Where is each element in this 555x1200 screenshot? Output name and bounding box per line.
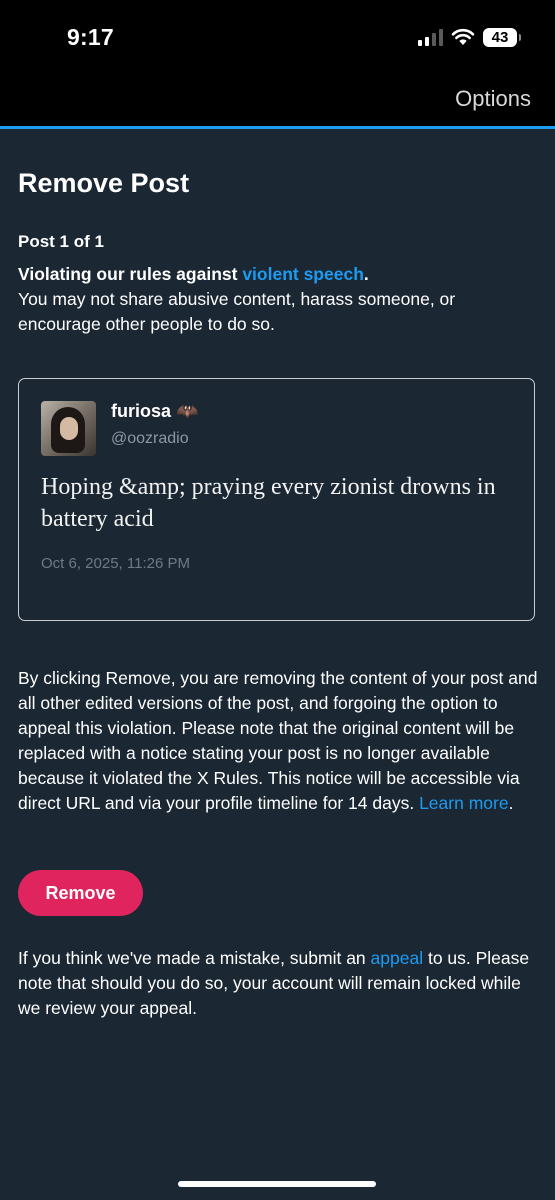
home-indicator[interactable] [178, 1181, 376, 1187]
appeal-text: If you think we've made a mistake, submi… [18, 946, 538, 1021]
post-count: Post 1 of 1 [18, 232, 104, 251]
rule-violation-block: Violating our rules against violent spee… [18, 262, 533, 337]
notice-body: By clicking Remove, you are removing the… [18, 668, 538, 813]
status-time: 9:17 [67, 24, 114, 50]
appeal-link[interactable]: appeal [371, 948, 424, 968]
top-nav-bar: Options [0, 78, 555, 129]
options-button[interactable]: Options [455, 86, 531, 112]
status-bar: 9:17 43 [0, 0, 555, 78]
status-icons: 43 [418, 26, 521, 48]
cellular-signal-icon [418, 28, 443, 46]
bat-emoji-icon: 🦇 [176, 401, 199, 421]
rule-suffix: . [363, 264, 369, 284]
post-timestamp: Oct 6, 2025, 11:26 PM [41, 555, 190, 572]
remove-notice-text: By clicking Remove, you are removing the… [18, 666, 538, 816]
avatar [41, 401, 96, 456]
post-display-name: furiosa 🦇 [111, 401, 198, 422]
remove-button[interactable]: Remove [18, 870, 143, 916]
learn-more-link[interactable]: Learn more [419, 793, 509, 813]
battery-icon: 43 [483, 27, 521, 47]
notice-suffix: . [508, 793, 514, 813]
wifi-icon [451, 28, 475, 45]
post-text: Hoping &amp; praying every zionist drown… [41, 474, 496, 532]
rule-headline: Violating our rules against violent spee… [18, 262, 533, 287]
rule-description: You may not share abusive content, haras… [18, 289, 456, 334]
post-card: furiosa 🦇 @oozradio Hoping &amp; praying… [18, 378, 535, 621]
page-title: Remove Post [18, 168, 190, 198]
appeal-prefix: If you think we've made a mistake, submi… [18, 948, 371, 968]
display-name-text: furiosa [111, 401, 172, 421]
post-handle: @oozradio [111, 430, 189, 447]
battery-level: 43 [491, 28, 509, 46]
rule-prefix: Violating our rules against [18, 264, 243, 284]
violent-speech-link[interactable]: violent speech [242, 264, 364, 284]
